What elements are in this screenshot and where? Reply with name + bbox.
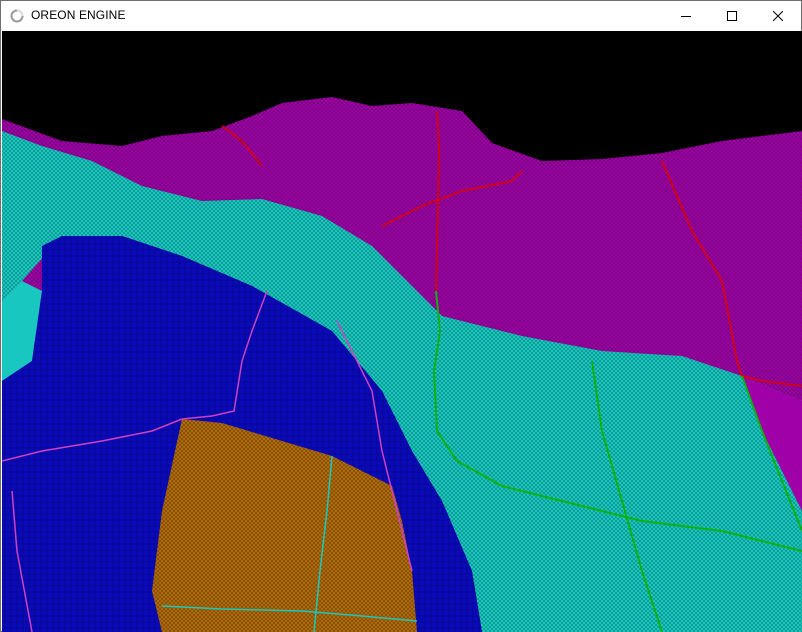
maximize-icon: [727, 11, 737, 21]
ring-loader-icon: [10, 9, 24, 23]
title-bar[interactable]: OREON ENGINE: [1, 1, 801, 31]
close-icon: [773, 11, 783, 21]
app-window: OREON ENGINE: [0, 0, 802, 632]
render-viewport[interactable]: [2, 31, 802, 632]
minimize-button[interactable]: [663, 1, 709, 31]
terrain-render: [2, 31, 802, 632]
maximize-button[interactable]: [709, 1, 755, 31]
window-title: OREON ENGINE: [31, 8, 126, 22]
close-button[interactable]: [755, 1, 801, 31]
minimize-icon: [681, 11, 691, 21]
